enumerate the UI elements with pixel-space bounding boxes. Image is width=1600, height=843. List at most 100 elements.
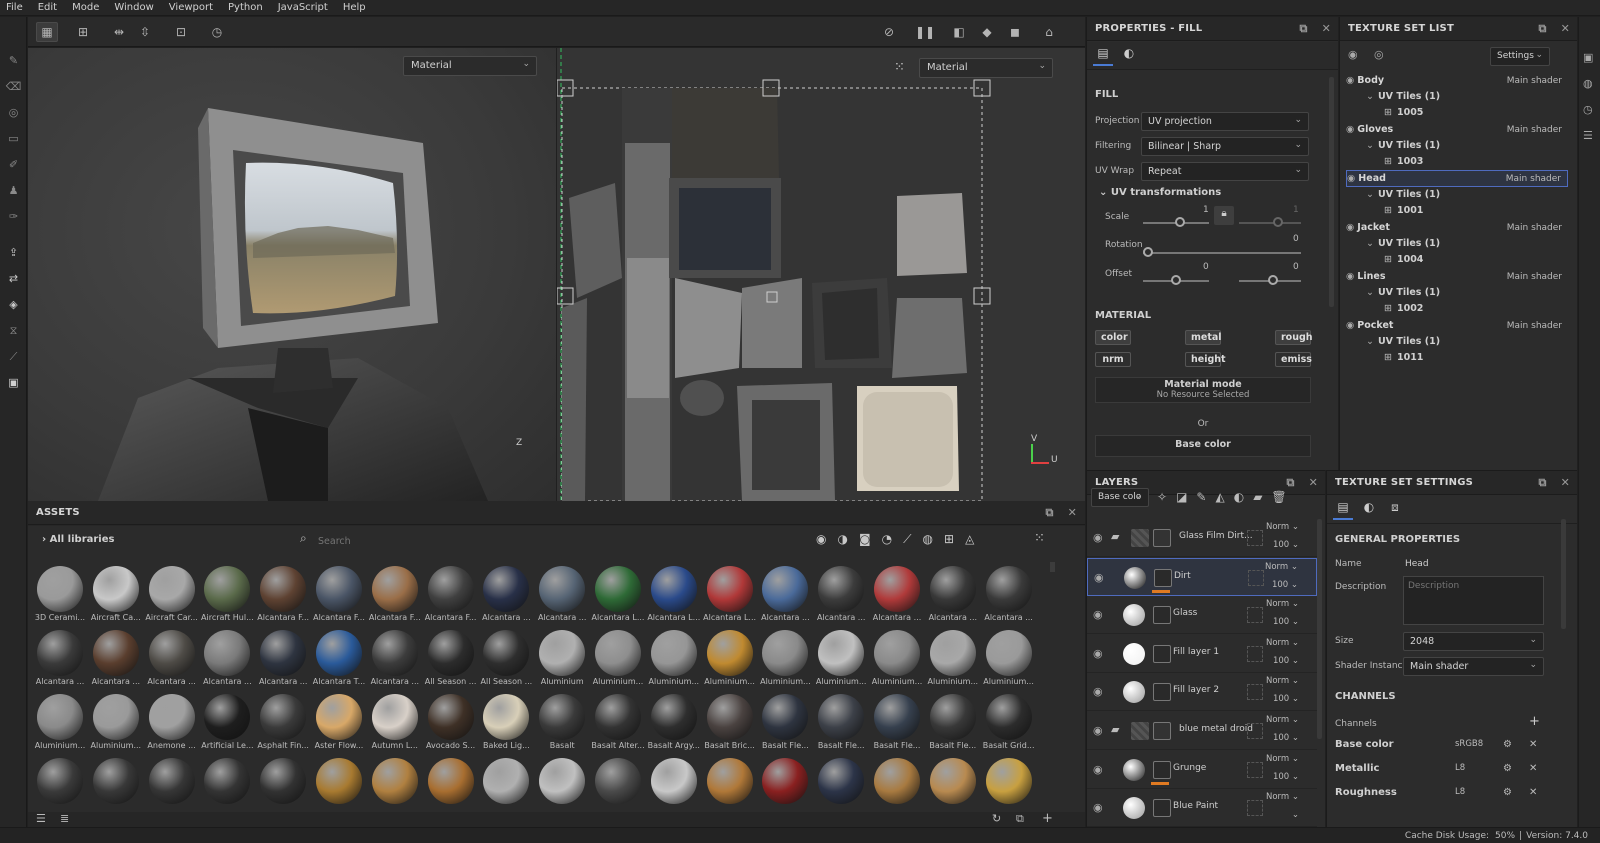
eye-icon[interactable]: ◉ [1346, 75, 1354, 86]
assets-search-input[interactable] [318, 532, 798, 550]
uv-tiles-group[interactable]: ⌄ UV Tiles (1) [1366, 284, 1577, 301]
channel-format[interactable]: L8 [1455, 787, 1465, 797]
asset-item[interactable]: Alcantara ... [982, 562, 1034, 624]
uv-tile-item[interactable]: ⊞ 1004 [1384, 251, 1577, 268]
uv-transformations-toggle[interactable]: ⌄ UV transformations [1099, 187, 1221, 198]
ruler-icon[interactable]: ⟋ [4, 347, 23, 366]
layer-opacity[interactable]: 100 ⌄ [1273, 733, 1299, 743]
texture-set-pocket[interactable]: ◉ Pocket Main shader [1346, 317, 1568, 334]
blend-mode[interactable]: Norm ⌄ [1266, 522, 1299, 532]
mesh-maps-tab-icon[interactable]: ⧈ [1385, 500, 1405, 520]
uv-tile-item[interactable]: ⊞ 1001 [1384, 202, 1577, 219]
asset-item[interactable]: 3D Cerami... [33, 562, 85, 624]
menu-window[interactable]: Window [114, 2, 153, 13]
fill-tab-icon[interactable]: ▤ [1093, 46, 1113, 66]
channel-format[interactable]: L8 [1455, 763, 1465, 773]
menu-help[interactable]: Help [343, 2, 366, 13]
offset-slider-knob[interactable] [1171, 275, 1181, 285]
tss-description-input[interactable] [1403, 576, 1544, 625]
asset-item[interactable]: Aluminium... [758, 626, 811, 688]
asset-item[interactable]: Aluminium... [814, 626, 866, 688]
asset-item[interactable]: Aluminium... [926, 626, 978, 688]
folder-icon[interactable]: ▰ [1253, 490, 1262, 504]
undock-icon[interactable]: ⧉ [1300, 22, 1308, 36]
polygon-fill-icon[interactable]: ⧖ [4, 321, 23, 340]
asset-item[interactable]: Alcantara ... [33, 626, 85, 688]
asset-item[interactable] [591, 754, 643, 812]
asset-item[interactable]: Alcantara ... [89, 626, 141, 688]
log-dock-icon[interactable]: ☰ [1583, 129, 1593, 142]
undock-icon[interactable]: ⧉ [1046, 506, 1054, 520]
layer-channel-select[interactable]: Base colo ⌄ [1091, 488, 1149, 507]
material-icon[interactable]: ⇄ [4, 269, 23, 288]
asset-item[interactable] [424, 754, 476, 812]
asset-item[interactable]: All Season ... [424, 626, 476, 688]
remove-channel-icon[interactable]: ✕ [1529, 739, 1537, 750]
asset-item[interactable]: Aluminium... [33, 690, 85, 752]
geometry-mask-icon[interactable]: ▭ [4, 129, 23, 148]
view-mode-grid-icon[interactable]: ⁙ [1034, 531, 1045, 546]
layer-opacity[interactable]: 100 ⌄ [1273, 617, 1299, 627]
layer-opacity[interactable]: 100 ⌄ [1273, 540, 1299, 550]
close-icon[interactable]: ✕ [1068, 506, 1077, 520]
remove-channel-icon[interactable]: ✕ [1529, 763, 1537, 774]
tile-grid-icon[interactable]: ⊞ [72, 22, 94, 42]
asset-item[interactable]: Asphalt Fin... [256, 690, 309, 752]
texture-set-body[interactable]: ◉ Body Main shader [1346, 72, 1568, 89]
asset-item[interactable]: All Season ... [479, 626, 532, 688]
menu-mode[interactable]: Mode [72, 2, 99, 13]
channel-settings-icon[interactable]: ⚙ [1503, 739, 1512, 750]
asset-item[interactable]: Aircraft Car... [145, 562, 198, 624]
properties-dock-icon[interactable]: ▣ [1583, 51, 1593, 64]
hide-icon[interactable]: ⊘ [878, 22, 900, 42]
asset-item[interactable]: Basalt Fle... [870, 690, 922, 752]
libraries-toggle[interactable]: › All libraries [42, 534, 114, 545]
asset-item[interactable]: Alcantara ... [479, 562, 531, 624]
uv-tiles-group[interactable]: ⌄ UV Tiles (1) [1366, 333, 1577, 350]
assets-scrollbar[interactable] [1050, 562, 1055, 572]
layer-row[interactable]: ◉ Blue Paint Norm ⌄ ⌄ [1087, 789, 1317, 827]
channel-row[interactable]: Roughness L8 ⚙ ✕ [1335, 787, 1560, 807]
add-asset-icon[interactable]: + [1042, 811, 1053, 826]
screenshot-tool-icon[interactable]: ▣ [4, 373, 23, 392]
channel-format[interactable]: sRGB8 [1455, 739, 1483, 749]
filter-environment-icon[interactable]: ◬ [965, 532, 974, 547]
layer-row[interactable]: ◉ ▰ Glass Film Dirt... Norm ⌄ 100 ⌄ [1087, 519, 1317, 557]
asset-item[interactable] [33, 754, 85, 812]
asset-item[interactable]: Basalt Argy... [647, 690, 700, 752]
tsl-settings-button[interactable]: Settings ⌄ [1490, 47, 1550, 66]
filter-grid-icon[interactable]: ⊞ [944, 532, 954, 547]
asset-item[interactable]: Aluminium... [89, 690, 141, 752]
uvwrap-select[interactable]: Repeat ⌄ [1141, 162, 1309, 181]
uv-tiles-group[interactable]: ⌄ UV Tiles (1) [1366, 186, 1577, 203]
blend-mode[interactable]: Norm ⌄ [1266, 754, 1299, 764]
asset-item[interactable]: Aluminium... [591, 626, 643, 688]
asset-item[interactable] [703, 754, 755, 812]
asset-item[interactable]: Alcantara ... [870, 562, 922, 624]
channel-row[interactable]: Metallic L8 ⚙ ✕ [1335, 763, 1560, 783]
asset-item[interactable]: Alcantara L... [647, 562, 700, 624]
texture-set-jacket[interactable]: ◉ Jacket Main shader [1346, 219, 1568, 236]
asset-item[interactable] [814, 754, 866, 812]
chip-height[interactable]: height [1185, 352, 1226, 367]
asset-item[interactable] [256, 754, 308, 812]
add-channel-icon[interactable]: + [1529, 714, 1540, 729]
color-picker-icon[interactable]: ✑ [4, 207, 23, 226]
asset-item[interactable] [312, 754, 364, 812]
effects-icon[interactable]: ✧ [1157, 490, 1167, 504]
layer-row[interactable]: ◉ Dirt Norm ⌄ 100 ⌄ [1087, 557, 1317, 596]
viewport-2d-channel-select[interactable]: Material ⌄ [919, 58, 1053, 78]
channel-settings-icon[interactable]: ⚙ [1503, 763, 1512, 774]
chip-metal[interactable]: metal [1185, 330, 1222, 345]
uv-tiles-group[interactable]: ⌄ UV Tiles (1) [1366, 235, 1577, 252]
blend-mode[interactable]: Norm ⌄ [1266, 676, 1299, 686]
material-tab-icon[interactable]: ◐ [1119, 46, 1139, 66]
close-icon[interactable]: ✕ [1561, 22, 1570, 36]
screenshot-icon[interactable]: ⌂ [1038, 22, 1060, 42]
eye-icon[interactable]: ◉ [1093, 608, 1103, 621]
asset-item[interactable] [368, 754, 420, 812]
filter-material-icon[interactable]: ◉ [816, 532, 826, 547]
layer-row[interactable]: ◉ Grunge Norm ⌄ 100 ⌄ [1087, 751, 1317, 789]
viewport-3d[interactable]: Material ⌄ Z [28, 48, 556, 501]
asset-item[interactable]: Alcantara ... [814, 562, 866, 624]
